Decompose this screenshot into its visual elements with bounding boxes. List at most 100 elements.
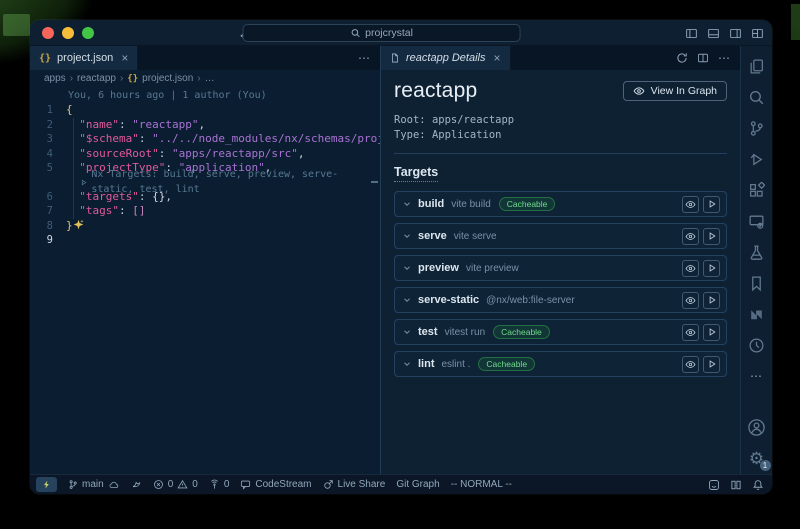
cacheable-badge: Cacheable <box>478 357 535 372</box>
target-row[interactable]: lint eslint . Cacheable <box>394 351 727 377</box>
settings-gear-icon[interactable]: ⚙ 1 <box>747 448 767 468</box>
breadcrumb-item[interactable]: reactapp <box>77 73 116 84</box>
more-actions-icon[interactable]: ⋯ <box>718 51 731 65</box>
chevron-down-icon[interactable] <box>402 327 412 337</box>
close-window-button[interactable] <box>42 27 54 39</box>
target-row[interactable]: test vitest run Cacheable <box>394 319 727 345</box>
run-target-button[interactable] <box>703 324 720 341</box>
run-target-button[interactable] <box>703 356 720 373</box>
run-target-button[interactable] <box>703 196 720 213</box>
panel-columns-icon[interactable] <box>730 479 742 491</box>
feedback-smiley-icon[interactable] <box>708 479 720 491</box>
code-line[interactable]: 4 "sourceRoot": "apps/reactapp/src", <box>30 147 380 162</box>
git-branch-status[interactable]: main <box>68 479 120 490</box>
view-target-button[interactable] <box>682 292 699 309</box>
branch-name: main <box>82 479 104 490</box>
accounts-icon[interactable] <box>747 417 767 437</box>
code-line[interactable]: 3 "$schema": "../../node_modules/nx/sche… <box>30 132 380 147</box>
view-target-button[interactable] <box>682 228 699 245</box>
remote-explorer-icon[interactable] <box>747 211 767 231</box>
codestream-status[interactable]: CodeStream <box>240 479 311 490</box>
view-target-button[interactable] <box>682 196 699 213</box>
search-icon[interactable] <box>747 87 767 107</box>
code-line[interactable]: 9 <box>30 233 380 248</box>
chevron-down-icon[interactable] <box>402 295 412 305</box>
run-and-debug-icon[interactable] <box>747 149 767 169</box>
gitlens-blame-annotation[interactable]: You, 6 hours ago | 1 author (You) <box>30 89 380 103</box>
view-target-button[interactable] <box>682 324 699 341</box>
minimize-window-button[interactable] <box>62 27 74 39</box>
remote-indicator[interactable] <box>36 477 57 492</box>
broadcast-icon <box>209 479 220 490</box>
code-line[interactable]: 7 "tags": [] <box>30 204 380 219</box>
toggle-primary-sidebar-icon[interactable] <box>685 27 698 40</box>
close-tab-icon[interactable]: × <box>121 51 128 65</box>
chevron-down-icon[interactable] <box>402 231 412 241</box>
comment-icon <box>240 479 251 490</box>
code-line[interactable]: 2 "name": "reactapp", <box>30 118 380 133</box>
target-command: vite build <box>451 199 490 210</box>
target-row[interactable]: serve vite serve <box>394 223 727 249</box>
run-target-button[interactable] <box>703 260 720 277</box>
line-number: 5 <box>30 161 66 176</box>
more-views-icon[interactable]: ⋯ <box>747 366 767 386</box>
vim-mode-indicator[interactable]: -- NORMAL -- <box>451 479 512 490</box>
bookmarks-icon[interactable] <box>747 273 767 293</box>
play-icon <box>707 327 717 337</box>
extensions-icon[interactable] <box>747 180 767 200</box>
cacheable-badge: Cacheable <box>499 197 556 212</box>
tab-label: reactapp Details <box>406 52 486 64</box>
git-graph-status[interactable]: Git Graph <box>396 479 439 490</box>
close-tab-icon[interactable]: × <box>494 51 501 65</box>
traffic-lights <box>30 27 94 39</box>
view-target-button[interactable] <box>682 260 699 277</box>
nx-console-icon[interactable] <box>747 304 767 324</box>
command-center-search[interactable]: projcrystal <box>243 24 521 42</box>
problems-status[interactable]: 0 0 <box>153 479 198 490</box>
run-target-button[interactable] <box>703 292 720 309</box>
eye-icon <box>685 231 696 242</box>
testing-beaker-icon[interactable] <box>747 242 767 262</box>
code-editor[interactable]: You, 6 hours ago | 1 author (You)1{2 "na… <box>30 87 380 474</box>
more-actions-icon[interactable]: ⋯ <box>358 51 371 65</box>
view-in-graph-button[interactable]: View In Graph <box>623 81 727 101</box>
breadcrumb-item[interactable]: project.json <box>142 73 193 84</box>
refresh-icon[interactable] <box>676 52 688 64</box>
toggle-panel-icon[interactable] <box>707 27 720 40</box>
breadcrumb-separator: › <box>120 73 123 84</box>
source-control-icon[interactable] <box>747 118 767 138</box>
target-row[interactable]: serve-static @nx/web:file-server <box>394 287 727 313</box>
notifications-bell-icon[interactable] <box>752 479 764 491</box>
activity-bar: ⋯ ⚙ 1 <box>740 46 772 474</box>
explorer-icon[interactable] <box>747 56 767 76</box>
search-text: projcrystal <box>365 27 413 39</box>
breadcrumb-item[interactable]: … <box>205 73 215 84</box>
gitlens-status[interactable] <box>131 479 142 490</box>
live-share-status[interactable]: Live Share <box>323 479 386 490</box>
zoom-window-button[interactable] <box>82 27 94 39</box>
target-name: test <box>418 326 438 338</box>
chevron-down-icon[interactable] <box>402 359 412 369</box>
target-row[interactable]: preview vite preview <box>394 255 727 281</box>
error-icon <box>153 479 164 490</box>
timeline-icon[interactable] <box>747 335 767 355</box>
ports-status[interactable]: 0 <box>209 479 230 490</box>
tab-project-json[interactable]: {} project.json × <box>30 46 138 70</box>
chevron-down-icon[interactable] <box>402 199 412 209</box>
toggle-secondary-sidebar-icon[interactable] <box>729 27 742 40</box>
customize-layout-icon[interactable] <box>751 27 764 40</box>
code-line[interactable]: 8} <box>30 219 380 234</box>
run-target-button[interactable] <box>703 228 720 245</box>
breadcrumb-item[interactable]: apps <box>44 73 66 84</box>
code-line[interactable]: 1{ <box>30 103 380 118</box>
target-row[interactable]: build vite build Cacheable <box>394 191 727 217</box>
search-icon <box>350 28 360 38</box>
split-editor-icon[interactable] <box>697 52 709 64</box>
chevron-down-icon[interactable] <box>402 263 412 273</box>
project-title: reactapp <box>394 79 477 103</box>
target-command: vite preview <box>466 263 519 274</box>
right-tab-bar: reactapp Details × ⋯ <box>381 46 740 70</box>
view-target-button[interactable] <box>682 356 699 373</box>
tab-reactapp-details[interactable]: reactapp Details × <box>381 46 511 70</box>
nx-targets-codelens[interactable]: Nx Targets: build, serve, preview, serve… <box>30 176 380 190</box>
